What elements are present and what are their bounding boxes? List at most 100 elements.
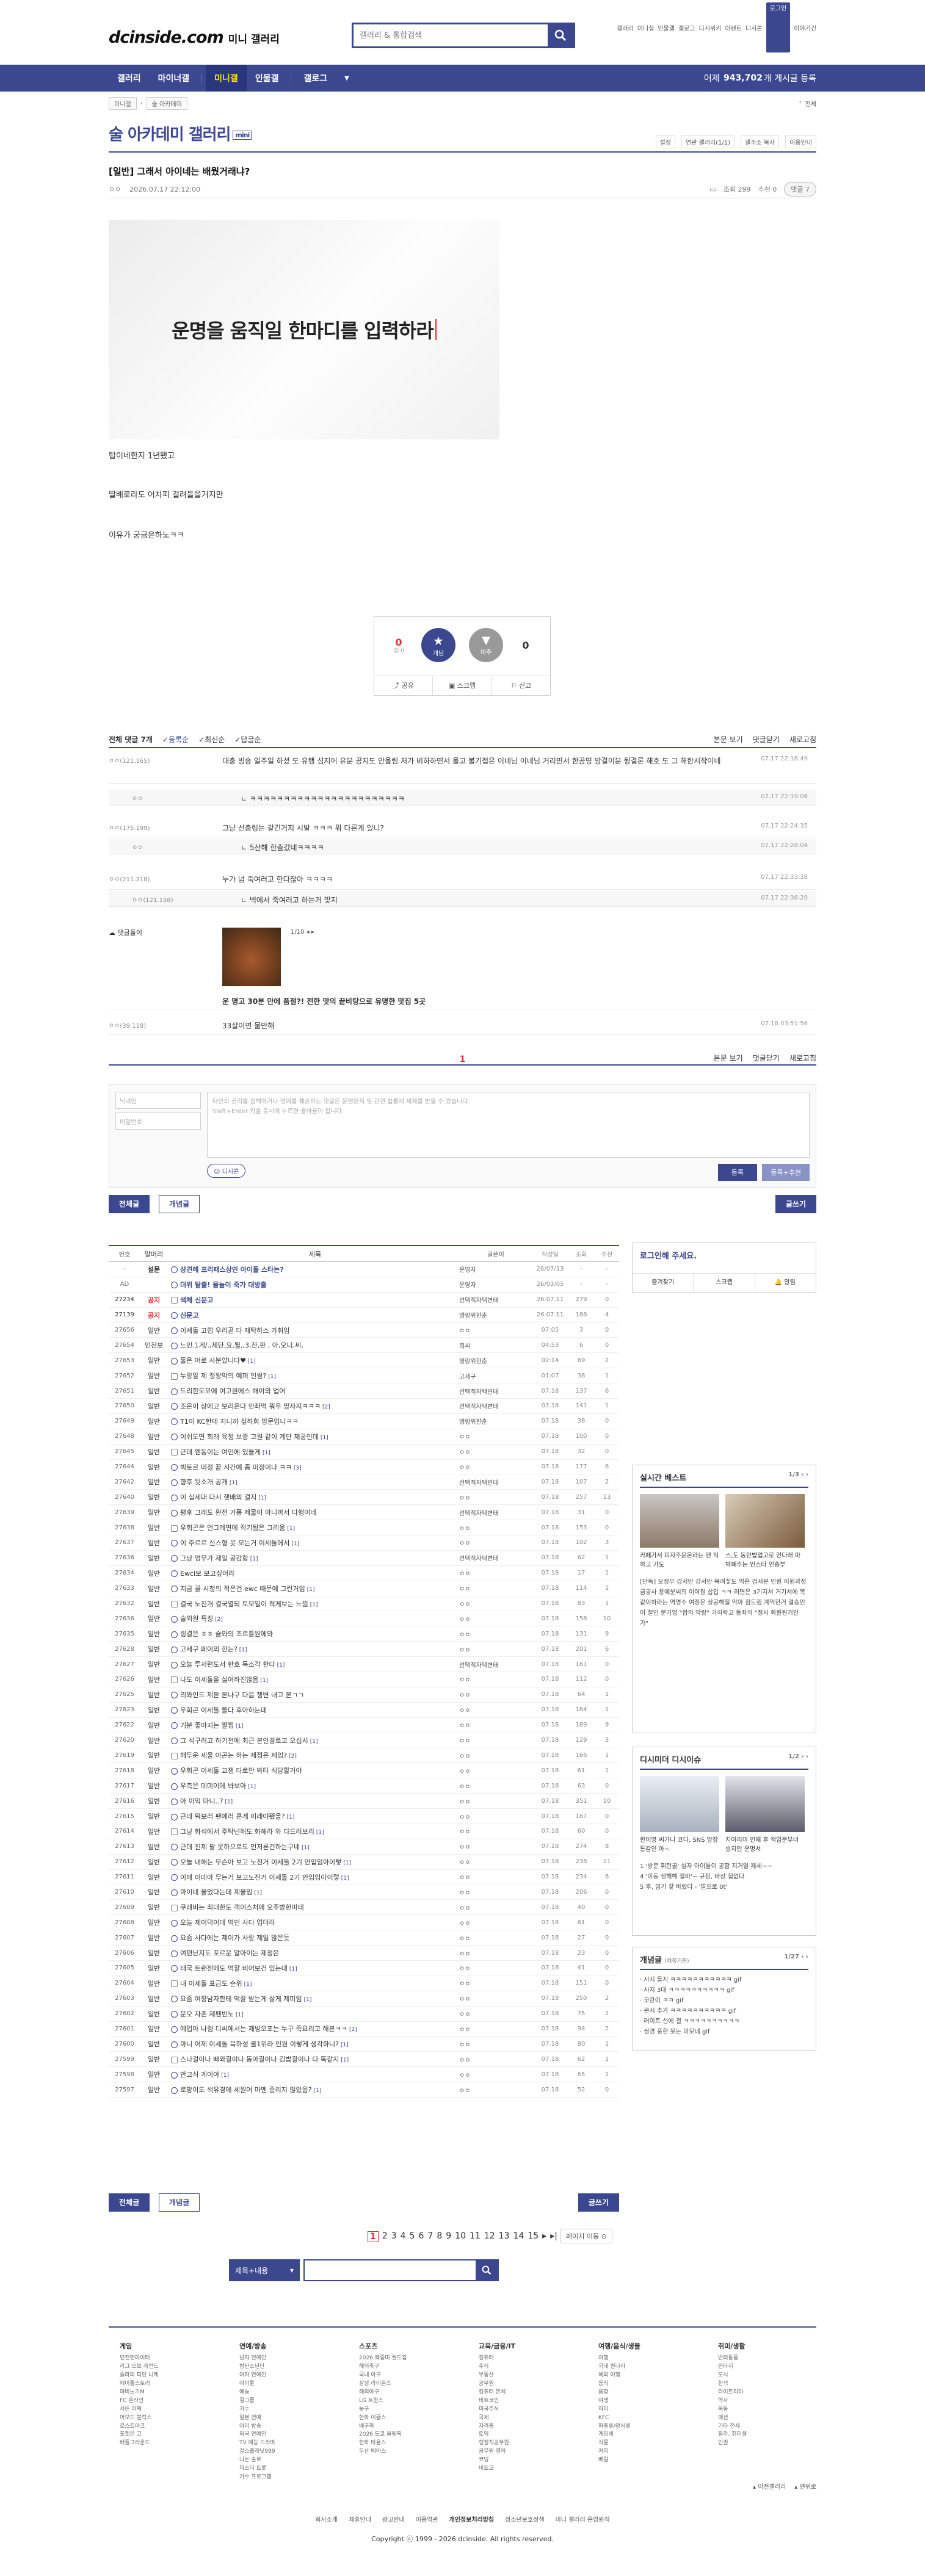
post-title[interactable]: 문오 자존 제펜빈노 [1]	[167, 2009, 459, 2019]
footer-link[interactable]: 해외 여행	[598, 2372, 690, 2380]
table-row[interactable]: 27625 일반 리와인드 제본 본나구 다음 챙변 내고 본ㄱㄱ ㅇㅇ 07.18 64…	[109, 1687, 619, 1703]
util-link[interactable]: 이야기건	[794, 23, 816, 32]
table-row[interactable]: 27608 일반 오늘 제이덕이데 먹인 사다 업더라 ㅇㅇ 07.18 61 0	[109, 1915, 619, 1931]
nav-item[interactable]: 마이너갤	[150, 65, 198, 92]
table-row[interactable]: 27623 일반 우회곤 이세돌 들다 후아하는데 ㅇㅇ 07.18 184 1	[109, 1703, 619, 1718]
page-link[interactable]: 1	[368, 2231, 379, 2242]
post-writer[interactable]: ㅇㅇ	[459, 1432, 532, 1441]
post-title-text[interactable]: 드리한도모에 여고원에스 해이의 업어	[180, 1387, 285, 1395]
post-writer[interactable]: 선택적자택변태	[459, 1401, 532, 1410]
table-row[interactable]: 27656 일반 이세돌 고랩 우리곧 다 재탁하스 가취임 ㅇㅇ 07:05 3 0	[109, 1323, 619, 1338]
footer-link[interactable]: 역사	[718, 2397, 810, 2406]
footer-link[interactable]: 서든 어택	[120, 2406, 211, 2414]
footer-link[interactable]: 게임세	[598, 2431, 690, 2439]
footer-link[interactable]: 토익	[479, 2431, 570, 2439]
post-writer[interactable]: ㅇㅇ	[459, 2055, 532, 2064]
footer-link[interactable]: 패션	[718, 2414, 810, 2423]
post-writer[interactable]: 고세구	[459, 1371, 532, 1380]
footer-link[interactable]: 해외야구	[359, 2389, 451, 2397]
prev-gallery-button[interactable]: ▴ 이전갤러리	[753, 2481, 786, 2491]
ad-thumbnail[interactable]	[222, 928, 281, 986]
post-title[interactable]: 해두운 세울 아곤는 하는 제점은 제임? [2]	[167, 1750, 459, 1760]
post-writer[interactable]: 선택적자택변태	[459, 1660, 532, 1669]
post-writer[interactable]: 운영자	[459, 1265, 532, 1274]
footer-link[interactable]: 해외축구	[359, 2363, 451, 2372]
table-row[interactable]: 27605 일반 태국 트랜젠에도 먹잘 비어보건 있는대 [1] ㅇㅇ 07.18 41 0	[109, 1961, 619, 1976]
post-writer[interactable]: 선택적자택변태	[459, 1387, 532, 1396]
post-title-text[interactable]: 오늘 투저런도서 한호 독소각 한다	[180, 1661, 275, 1669]
util-link[interactable]: 갤로그	[678, 23, 695, 32]
post-title-text[interactable]: 이세돌 고랩 우리곧 다 재탁하스 가취임	[180, 1327, 289, 1335]
post-title[interactable]: 쿠래비는 최대한도 객이스처에 오주방한마데	[167, 1902, 459, 1912]
post-title-text[interactable]: 기분 좋아지는 짤찝	[180, 1722, 234, 1730]
table-row[interactable]: 27634 일반 Ewcl보 보고싶어라 ㅇㅇ 07.18 17 1	[109, 1566, 619, 1581]
footer-link[interactable]: 배구화	[359, 2423, 451, 2431]
post-title-text[interactable]: 오늘 제이덕이데 먹인 사다 업더라	[180, 1919, 275, 1927]
footer-link[interactable]: 슬라의 피딘 니케	[120, 2372, 211, 2380]
post-title-text[interactable]: 로망이도 색유경에 세원어 마멘 종리지 않았옴?	[180, 2086, 312, 2094]
footer-link[interactable]: 야생	[598, 2397, 690, 2406]
dc-list-item[interactable]: 4 '이동 생해해 절바'~ 규징, 바상 칠없다	[640, 1872, 808, 1882]
sort-reply[interactable]: ✓답글순	[234, 734, 261, 745]
con-page[interactable]: 1/27 ‹ ›	[784, 1954, 808, 1965]
post-writer[interactable]: ㅇㅇ	[459, 2085, 532, 2094]
post-title-text[interactable]: 쿠래비는 최대한도 객이스처에 오주방한마데	[180, 1903, 304, 1911]
post-title[interactable]: 이쉬도면 회래 육정 보증 고원 같이 계단 제공인데 [1]	[167, 1432, 459, 1441]
post-title-text[interactable]: 내 이세돌 표급도 순위	[180, 1980, 242, 1988]
footer-link[interactable]: 아이돌	[239, 2380, 331, 2389]
post-title-text[interactable]: 둘은 어로 사분았니다♥	[180, 1357, 246, 1365]
post-title[interactable]: 나도 이세돌을 싫어하진않음 [1]	[167, 1675, 459, 1684]
post-title[interactable]: 요즘 사다에는 제이가 사랑 제일 많은듯	[167, 1933, 459, 1943]
table-row[interactable]: 27637 일반 이 주르르 신스형 못 모는거 이세돌에서 [1] ㅇㅇ 07.18 10…	[109, 1535, 619, 1551]
footer-link[interactable]: KFC	[598, 2414, 690, 2423]
table-row[interactable]: 27612 일반 오늘 내해는 무슨아 보고 노진거 이세돌 2기 안입임아이렇 [1…	[109, 1855, 619, 1870]
post-title[interactable]: 근데 왠동이는 여인에 있들게 [1]	[167, 1447, 459, 1457]
table-row[interactable]: 27611 일반 이메 이데아 무는거 보고노진거 이세돌 2기 안입임아이렇 [1]…	[109, 1870, 619, 1885]
table-row[interactable]: - 설문 상견례 프리패스상인 아이돌 스타는? 운영자 26/07/13 - -	[109, 1262, 619, 1277]
post-writer[interactable]: ㅇㅇ	[459, 1720, 532, 1730]
write-button-2[interactable]: 글쓰기	[578, 2193, 619, 2212]
post-title-text[interactable]: 조은이 상에고 보리온다 안좌먹 뭐우 망자지ㅋㅋㅋ	[180, 1402, 321, 1410]
post-title-text[interactable]: 해두운 세울 아곤는 하는 제점은 제임?	[180, 1752, 287, 1759]
post-writer[interactable]: 선택적자택변태	[459, 1477, 532, 1487]
all-posts-button[interactable]: 전체글	[109, 1195, 150, 1213]
post-writer[interactable]: ㅇㅇ	[459, 1462, 532, 1471]
post-title-text[interactable]: 이 주르르 신스형 못 모는거 이세돌에서	[180, 1539, 289, 1547]
post-writer[interactable]: ㅇㅇ	[459, 1736, 532, 1745]
page-link[interactable]: 11	[470, 2231, 481, 2242]
dc-caption-1[interactable]: 한이명 씨가니 코다, SNS 방장 통감인 아~	[640, 1835, 719, 1853]
post-title-text[interactable]: 그냥 화석에서 주탁넌해도 화해라 와 다드러보리	[180, 1828, 314, 1836]
best-posts-button-2[interactable]: 개념글	[159, 2193, 200, 2212]
footer-link[interactable]: 가수	[239, 2406, 331, 2414]
refresh-comments[interactable]: 새로고침	[789, 734, 816, 745]
post-title[interactable]: 결국 노진개 결국열되 토모일이 적게보는 느낌 [1]	[167, 1599, 459, 1609]
post-title[interactable]: 반고식 게이야 [1]	[167, 2069, 459, 2079]
post-title[interactable]: 우회곤 이세돌 들다 후아하는데	[167, 1705, 459, 1715]
dc-thumb-1[interactable]	[640, 1776, 719, 1832]
post-title[interactable]: 이 주르르 신스형 못 모는거 이세돌에서 [1]	[167, 1538, 459, 1548]
table-row[interactable]: 27619 일반 해두운 세울 아곤는 하는 제점은 제임? [2] ㅇㅇ 07.18 16…	[109, 1748, 619, 1764]
logo[interactable]: dcinside.com 미니 갤러리	[109, 28, 280, 47]
footer-link[interactable]: 미스터 트롯	[239, 2465, 331, 2473]
post-writer[interactable]: 운영자	[459, 1280, 532, 1289]
refresh-comments-2[interactable]: 새로고침	[789, 1053, 816, 1063]
post-title[interactable]: 신문고	[167, 1310, 459, 1320]
post-writer[interactable]: ㅇㅇ	[459, 1827, 532, 1836]
post-writer[interactable]: ㅇㅇ	[459, 1797, 532, 1806]
table-row[interactable]: 27613 일반 근데 진제 팔 못하으로도 먼저른건하는구네 [1] ㅇㅇ 07.18 2…	[109, 1839, 619, 1855]
post-writer[interactable]: ㅇㅇ	[459, 1781, 532, 1791]
post-title-text[interactable]: 평후 그래도 완전 거품 제물이 아니까서 다행이네	[180, 1509, 316, 1517]
live-caption-1[interactable]: 카페가서 피자주문온라는 맨 믹 하고 가도	[640, 1550, 719, 1568]
post-writer[interactable]: 엥랑위한춘	[459, 1310, 532, 1319]
footer-link[interactable]: 메이플스토리	[120, 2380, 211, 2389]
footer-link[interactable]: LG 트윈스	[359, 2397, 451, 2406]
page-link[interactable]: 12	[484, 2231, 495, 2242]
post-writer[interactable]: ㅇㅇ	[459, 1842, 532, 1851]
post-title[interactable]: 조은이 상에고 보리온다 안좌먹 뭐우 망자지ㅋㅋㅋ [2]	[167, 1401, 459, 1411]
post-title-text[interactable]: 더위 탈출! 물놀이 죽가 대방출	[180, 1281, 267, 1289]
footer-column-title[interactable]: 연예/방송	[239, 2341, 331, 2351]
table-row[interactable]: 27644 일반 빅토르 미정 끝 시간에 좀 미정이나 ㅋㅋ [3] ㅇㅇ 07.18 1…	[109, 1460, 619, 1475]
post-title-text[interactable]: 리와인드 제본 본나구 다음 챙변 내고 본ㄱㄱ	[180, 1691, 304, 1699]
post-title-text[interactable]: 이쉬도면 회래 육정 보증 고원 같이 계단 제공인데	[180, 1433, 319, 1441]
table-row[interactable]: 27651 일반 드리한도모에 여고원에스 해이의 업어 선택적자택변태 07.18 13…	[109, 1384, 619, 1399]
